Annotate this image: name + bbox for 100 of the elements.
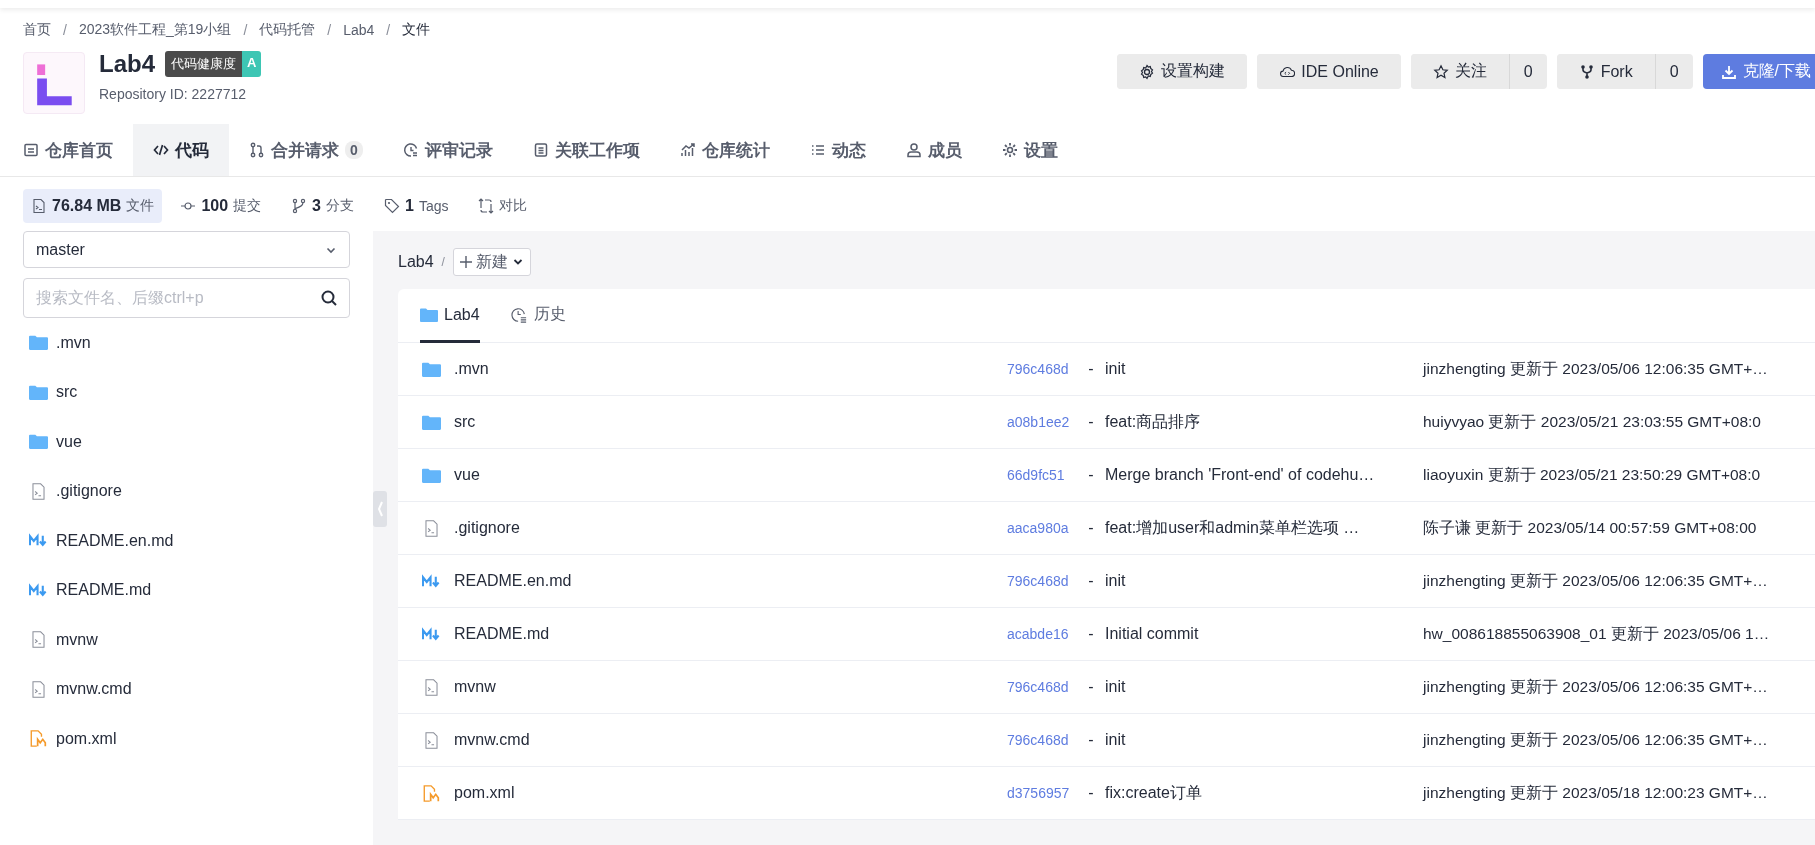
file-link[interactable]: .gitignore [454, 519, 520, 537]
commit-hash-link[interactable]: 66d9fc51 [1007, 467, 1077, 483]
update-info: huiyvyao 更新于 2023/05/21 23:03:55 GMT+08:0 [1423, 411, 1761, 432]
action-button[interactable]: Fork [1556, 54, 1656, 89]
file-icon [422, 519, 441, 537]
update-info: 陈子谦 更新于 2023/05/14 00:57:59 GMT+08:00 [1423, 517, 1757, 538]
file-tree-item[interactable]: vue [56, 432, 82, 451]
breadcrumb-link[interactable]: 文件 [402, 21, 431, 39]
document-icon [23, 142, 39, 158]
clone-button[interactable]: 克隆/下载 [1702, 54, 1815, 89]
breadcrumb-link[interactable]: Lab4 [343, 22, 375, 38]
commit-hash-link[interactable]: 796c468d [1007, 732, 1077, 748]
nav-tab[interactable]: 合并请求 0 [229, 124, 383, 176]
action-count: 0 [1668, 61, 1680, 82]
stat-tab[interactable]: 1 Tags [372, 189, 461, 223]
stat-tab[interactable]: 100 提交 [168, 189, 274, 223]
file-link[interactable]: README.en.md [454, 572, 572, 590]
action-button[interactable]: IDE Online [1257, 54, 1401, 89]
search-icon[interactable] [320, 289, 338, 307]
folder-icon [29, 334, 48, 352]
path-separator: / [441, 255, 445, 269]
separator: - [1087, 413, 1095, 431]
file-tree-item[interactable]: README.en.md [56, 531, 174, 550]
file-tree-item[interactable]: mvnw.cmd [56, 680, 132, 699]
commit-hash-link[interactable]: 796c468d [1007, 679, 1077, 695]
nav-tab[interactable]: 关联工作项 [512, 124, 660, 176]
update-info: hw_008618855063908_01 更新于 2023/05/06 1… [1423, 623, 1770, 644]
markdown-icon [29, 581, 48, 599]
nav-tab[interactable]: 仓库统计 [659, 124, 790, 176]
nav-tab[interactable]: 评审记录 [382, 124, 513, 176]
commit-hash-link[interactable]: acabde16 [1007, 626, 1077, 642]
file-link[interactable]: mvnw [454, 678, 496, 696]
stat-tab[interactable]: 3 分支 [279, 189, 366, 223]
file-link[interactable]: src [454, 413, 476, 431]
commit-hash-link[interactable]: 796c468d [1007, 361, 1077, 377]
nav-tab[interactable]: 代码 [133, 124, 229, 176]
commit-message: fix:create订单 [1105, 782, 1203, 803]
breadcrumb-separator: / [243, 22, 248, 38]
file-tree-item[interactable]: src [56, 383, 78, 402]
file-tree-item[interactable]: README.md [56, 581, 152, 600]
nav-tab[interactable]: 设置 [981, 124, 1078, 176]
repository-id: Repository ID: 2227712 [99, 86, 248, 102]
breadcrumb-link[interactable]: 2023软件工程_第19小组 [78, 21, 232, 39]
commit-hash-link[interactable]: aaca980a [1007, 520, 1077, 536]
file-tree-item[interactable]: mvnw [56, 630, 98, 649]
update-info: jinzhengting 更新于 2023/05/06 12:06:35 GMT+… [1423, 676, 1768, 697]
file-link[interactable]: README.md [454, 625, 550, 643]
commit-message: init [1105, 678, 1127, 696]
file-link[interactable]: vue [454, 466, 480, 484]
content-tab[interactable]: Lab4 [420, 289, 480, 343]
action-count: 0 [1522, 61, 1534, 82]
file-icon [29, 631, 48, 649]
separator: - [1087, 466, 1095, 484]
path-root[interactable]: Lab4 [398, 253, 434, 271]
file-tree-item[interactable]: .gitignore [56, 482, 122, 501]
stat-tab[interactable]: 对比 [466, 189, 540, 223]
commit-message: feat:增加user和admin菜单栏选项 … [1105, 517, 1361, 538]
nav-tab[interactable]: 动态 [789, 124, 886, 176]
new-button[interactable]: 新建 [452, 248, 531, 276]
file-link[interactable]: mvnw.cmd [454, 731, 530, 749]
commit-message: init [1105, 360, 1127, 378]
file-tree-item[interactable]: pom.xml [56, 729, 117, 748]
terminal-file-icon [31, 198, 47, 214]
commit-message: init [1105, 572, 1127, 590]
file-link[interactable]: .mvn [454, 360, 489, 378]
settings-icon [1001, 142, 1018, 158]
update-info: liaoyuxin 更新于 2023/05/21 23:50:29 GMT+08:0 [1423, 464, 1761, 485]
content-tab[interactable]: 历史 [509, 289, 566, 343]
search-field[interactable]: 搜索文件名、后缀ctrl+p [23, 278, 350, 318]
file-tree-item[interactable]: .mvn [56, 333, 91, 352]
file-icon [422, 678, 441, 696]
commit-hash-link[interactable]: d3756957 [1007, 785, 1077, 801]
folder-icon [29, 433, 48, 451]
nav-tab[interactable]: 仓库首页 [23, 124, 133, 176]
collapse-handle[interactable] [373, 491, 387, 527]
xml-file-icon [422, 784, 441, 802]
separator: - [1087, 731, 1095, 749]
commit-hash-link[interactable]: a08b1ee2 [1007, 414, 1077, 430]
breadcrumb-separator: / [327, 22, 332, 38]
nav-tab[interactable]: 成员 [885, 124, 982, 176]
commit-message: init [1105, 731, 1127, 749]
breadcrumb-link[interactable]: 首页 [23, 21, 51, 39]
separator: - [1087, 572, 1095, 590]
file-link[interactable]: pom.xml [454, 784, 515, 802]
repo-name: Lab4 [99, 50, 155, 78]
folder-icon [420, 306, 438, 323]
markdown-icon [422, 572, 441, 590]
action-button[interactable]: 关注 [1410, 54, 1510, 89]
xml-file-icon [29, 730, 48, 748]
branch-select[interactable]: master [23, 231, 350, 268]
update-info: jinzhengting 更新于 2023/05/06 12:06:35 GMT+… [1423, 729, 1768, 750]
commit-hash-link[interactable]: 796c468d [1007, 573, 1077, 589]
clock-icon [402, 142, 419, 158]
folder-icon [422, 413, 441, 431]
action-button[interactable]: 设置构建 [1117, 54, 1248, 89]
stat-tab[interactable]: 76.84 MB 文件 [23, 189, 163, 223]
commit-message: feat:商品排序 [1105, 411, 1202, 432]
fork-icon [1578, 63, 1595, 80]
breadcrumb-link[interactable]: 代码托管 [259, 21, 316, 39]
star-icon [1432, 63, 1449, 80]
